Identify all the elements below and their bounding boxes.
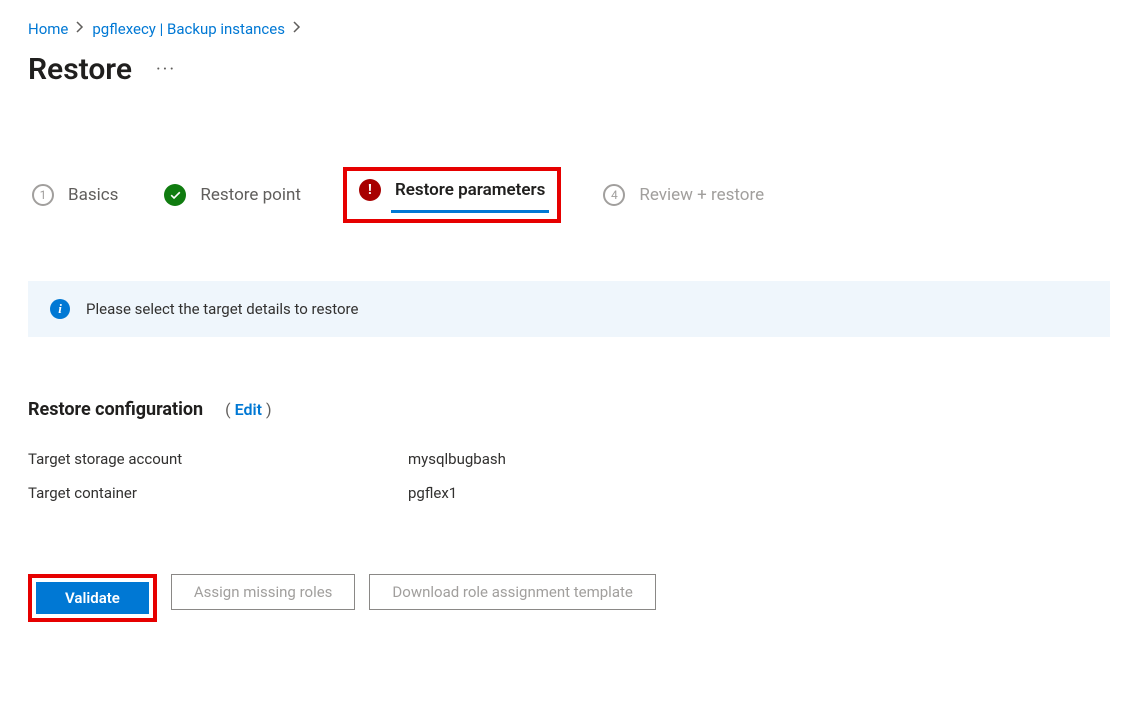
assign-missing-roles-button[interactable]: Assign missing roles [171, 574, 356, 610]
check-icon [164, 184, 186, 206]
validate-button[interactable]: Validate [36, 582, 149, 614]
edit-link[interactable]: Edit [235, 400, 262, 419]
tab-label: Review + restore [639, 185, 764, 205]
error-icon: ! [359, 179, 381, 201]
config-value-storage: mysqlbugbash [408, 450, 1110, 468]
info-banner-text: Please select the target details to rest… [86, 300, 358, 318]
breadcrumb: Home pgflexecy | Backup instances [28, 20, 1110, 38]
tab-label: Restore parameters [395, 180, 545, 200]
section-heading: Restore configuration [28, 399, 203, 420]
tab-review-restore[interactable]: 4 Review + restore [599, 178, 768, 212]
section-header: Restore configuration ( Edit ) [28, 399, 1110, 420]
breadcrumb-home[interactable]: Home [28, 20, 68, 38]
step-number-icon: 4 [603, 184, 625, 206]
page-header: Restore ··· [28, 52, 1110, 87]
step-number-icon: 1 [32, 184, 54, 206]
tab-restore-parameters[interactable]: ! Restore parameters [355, 173, 549, 207]
page-title: Restore [28, 52, 132, 87]
info-banner: i Please select the target details to re… [28, 281, 1110, 337]
download-role-assignment-template-button[interactable]: Download role assignment template [369, 574, 655, 610]
tab-restore-point[interactable]: Restore point [160, 178, 305, 212]
highlight-annotation: ! Restore parameters [343, 167, 561, 223]
tab-label: Basics [68, 185, 118, 205]
wizard-tabs: 1 Basics Restore point ! Restore paramet… [28, 167, 1110, 223]
button-row: Validate Assign missing roles Download r… [28, 574, 1110, 622]
breadcrumb-item-backup-instances[interactable]: pgflexecy | Backup instances [92, 20, 285, 38]
tab-label: Restore point [200, 185, 301, 205]
config-value-container: pgflex1 [408, 484, 1110, 502]
more-actions-button[interactable]: ··· [156, 59, 176, 80]
edit-wrap: ( Edit ) [225, 400, 271, 419]
tab-basics[interactable]: 1 Basics [28, 178, 122, 212]
info-icon: i [50, 299, 70, 319]
config-label-container: Target container [28, 484, 408, 502]
chevron-right-icon [293, 21, 301, 37]
config-table: Target storage account mysqlbugbash Targ… [28, 450, 1110, 502]
chevron-right-icon [76, 21, 84, 37]
config-label-storage: Target storage account [28, 450, 408, 468]
highlight-annotation: Validate [28, 574, 157, 622]
